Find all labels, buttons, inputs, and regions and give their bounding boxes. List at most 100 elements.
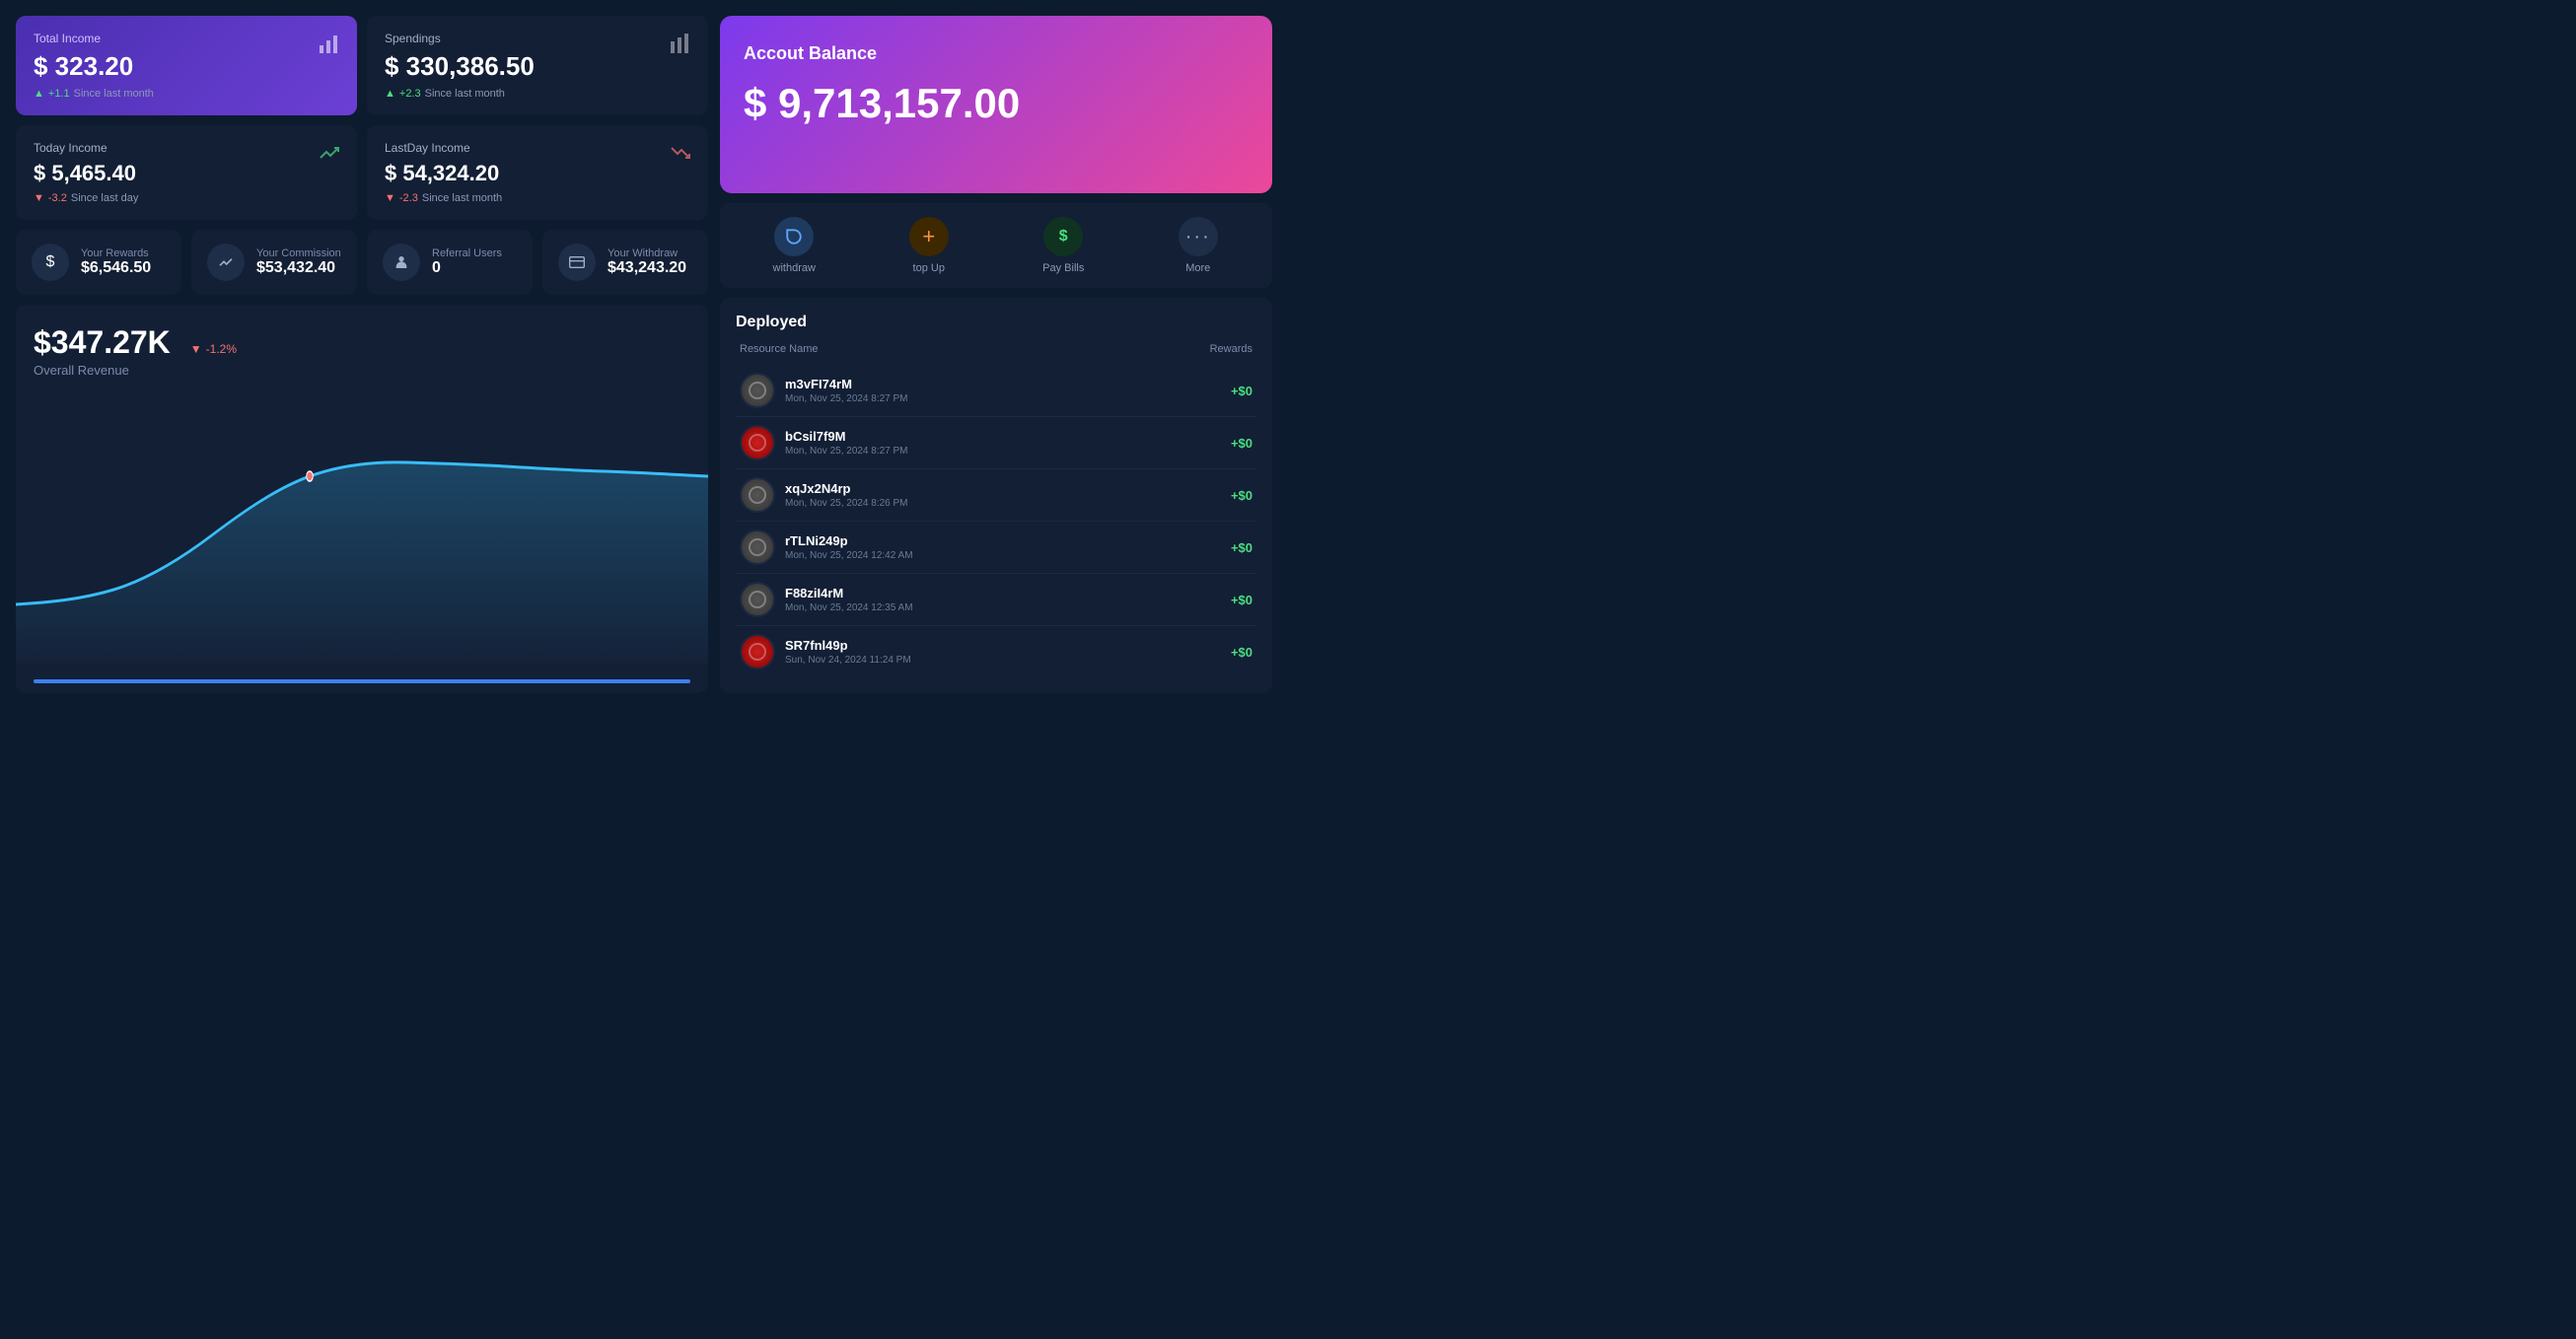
resource-name: F88ziI4rM [785, 586, 913, 600]
resource-info: xqJx2N4rp Mon, Nov 25, 2024 8:26 PM [785, 481, 908, 509]
reward-value: +$0 [1231, 436, 1252, 451]
referral-label: Referral Users [432, 247, 502, 259]
rewards-value: $6,546.50 [81, 259, 151, 277]
deployed-row: xqJx2N4rp Mon, Nov 25, 2024 8:26 PM +$0 [736, 469, 1256, 522]
scroll-indicator [34, 679, 690, 683]
more-icon: ··· [1179, 217, 1218, 256]
revenue-chart: $347.27K ▼ -1.2% Overall Revenue [16, 305, 708, 693]
today-income-change-label: Since last day [71, 192, 138, 204]
total-income-value: $ 323.20 [34, 51, 339, 82]
rewards-label: Your Rewards [81, 247, 151, 259]
deployed-row: m3vFI74rM Mon, Nov 25, 2024 8:27 PM +$0 [736, 365, 1256, 417]
resource-avatar [740, 425, 775, 460]
resource-avatar [740, 477, 775, 513]
resource-date: Mon, Nov 25, 2024 8:27 PM [785, 393, 908, 404]
resource-name: m3vFI74rM [785, 377, 908, 391]
total-income-change: ▲ +1.1 Since last month [34, 88, 339, 100]
spendings-card: Spendings $ 330,386.50 ▲ +2.3 Since last… [367, 16, 708, 115]
deployed-row: SR7fnl49p Sun, Nov 24, 2024 11:24 PM +$0 [736, 626, 1256, 677]
topup-action-label: top Up [913, 262, 945, 274]
reward-value: +$0 [1231, 488, 1252, 503]
total-income-change-value: +1.1 [48, 88, 70, 100]
paybills-action[interactable]: $ Pay Bills [999, 217, 1128, 274]
deployed-left: rTLNi249p Mon, Nov 25, 2024 12:42 AM [740, 529, 913, 565]
dollar-bill-icon: $ [1043, 217, 1083, 256]
withdraw-value: $43,243.20 [608, 259, 686, 277]
lastday-income-change-label: Since last month [422, 192, 502, 204]
commission-label: Your Commission [256, 247, 341, 259]
spendings-value: $ 330,386.50 [385, 51, 690, 82]
spendings-label: Spendings [385, 32, 690, 45]
trend-down-icon [669, 141, 692, 171]
total-income-label: Total Income [34, 32, 339, 45]
chart-value: $347.27K [34, 324, 171, 361]
trend-icon [207, 244, 245, 281]
resource-name: xqJx2N4rp [785, 481, 908, 496]
plus-icon: + [909, 217, 949, 256]
resource-info: m3vFI74rM Mon, Nov 25, 2024 8:27 PM [785, 377, 908, 404]
total-income-change-label: Since last month [74, 88, 154, 100]
reward-value: +$0 [1231, 540, 1252, 555]
resource-name: rTLNi249p [785, 533, 913, 548]
paybills-action-label: Pay Bills [1042, 262, 1084, 274]
lastday-income-card: LastDay Income $ 54,324.20 ▼ -2.3 Since … [367, 125, 708, 220]
more-action[interactable]: ··· More [1134, 217, 1263, 274]
commission-value: $53,432.40 [256, 259, 341, 277]
resource-info: bCsil7f9M Mon, Nov 25, 2024 8:27 PM [785, 429, 908, 457]
balance-amount: $ 9,713,157.00 [744, 80, 1249, 127]
resource-date: Mon, Nov 25, 2024 12:42 AM [785, 550, 913, 561]
deployed-left: bCsil7f9M Mon, Nov 25, 2024 8:27 PM [740, 425, 908, 460]
commission-metric: Your Commission $53,432.40 [191, 230, 357, 295]
metrics-row: $ Your Rewards $6,546.50 Your Commission… [16, 230, 708, 295]
topup-action[interactable]: + top Up [865, 217, 994, 274]
deployed-row: bCsil7f9M Mon, Nov 25, 2024 8:27 PM +$0 [736, 417, 1256, 469]
resource-name: bCsil7f9M [785, 429, 908, 444]
deployed-left: m3vFI74rM Mon, Nov 25, 2024 8:27 PM [740, 373, 908, 408]
bar-chart-icon [318, 32, 341, 61]
left-panel: Total Income $ 323.20 ▲ +1.1 Since last … [16, 16, 708, 693]
deployed-title: Deployed [736, 314, 1256, 331]
resource-avatar [740, 582, 775, 617]
today-income-change-value: -3.2 [48, 192, 67, 204]
right-panel: Accout Balance $ 9,713,157.00 withdraw +… [720, 16, 1272, 693]
deployed-left: xqJx2N4rp Mon, Nov 25, 2024 8:26 PM [740, 477, 908, 513]
spendings-change-label: Since last month [425, 88, 505, 100]
resource-name: SR7fnl49p [785, 638, 911, 653]
withdraw-metric: Your Withdraw $43,243.20 [542, 230, 708, 295]
deployed-left: SR7fnl49p Sun, Nov 24, 2024 11:24 PM [740, 634, 911, 670]
deployed-row: rTLNi249p Mon, Nov 25, 2024 12:42 AM +$0 [736, 522, 1256, 574]
resource-date: Mon, Nov 25, 2024 8:26 PM [785, 498, 908, 509]
rewards-metric: $ Your Rewards $6,546.50 [16, 230, 181, 295]
scroll-bar[interactable] [34, 679, 690, 683]
withdraw-action-label: withdraw [773, 262, 816, 274]
today-income-label: Today Income [34, 141, 339, 155]
chart-label: Overall Revenue [34, 363, 690, 378]
more-action-label: More [1185, 262, 1210, 274]
chart-area [16, 407, 708, 664]
reward-value: +$0 [1231, 645, 1252, 660]
today-income-card: Today Income $ 5,465.40 ▼ -3.2 Since las… [16, 125, 357, 220]
resource-avatar [740, 529, 775, 565]
resource-info: SR7fnl49p Sun, Nov 24, 2024 11:24 PM [785, 638, 911, 666]
action-row: withdraw + top Up $ Pay Bills ··· More [720, 203, 1272, 288]
lastday-income-change: ▼ -2.3 Since last month [385, 192, 690, 204]
deployed-row: F88ziI4rM Mon, Nov 25, 2024 12:35 AM +$0 [736, 574, 1256, 626]
user-icon [383, 244, 420, 281]
reward-value: +$0 [1231, 384, 1252, 398]
lastday-income-change-value: -2.3 [399, 192, 418, 204]
resource-avatar [740, 634, 775, 670]
referral-metric: Referral Users 0 [367, 230, 533, 295]
lastday-income-value: $ 54,324.20 [385, 161, 690, 186]
rewards-header: Rewards [1210, 343, 1252, 355]
resource-avatar [740, 373, 775, 408]
card-icon [558, 244, 596, 281]
resource-info: rTLNi249p Mon, Nov 25, 2024 12:42 AM [785, 533, 913, 561]
resource-date: Sun, Nov 24, 2024 11:24 PM [785, 655, 911, 666]
withdraw-action[interactable]: withdraw [730, 217, 859, 274]
trend-up-icon [318, 141, 341, 171]
deployed-header: Resource Name Rewards [736, 343, 1256, 355]
top-cards: Total Income $ 323.20 ▲ +1.1 Since last … [16, 16, 708, 220]
reward-value: +$0 [1231, 593, 1252, 607]
resource-date: Mon, Nov 25, 2024 8:27 PM [785, 446, 908, 457]
withdraw-label: Your Withdraw [608, 247, 686, 259]
